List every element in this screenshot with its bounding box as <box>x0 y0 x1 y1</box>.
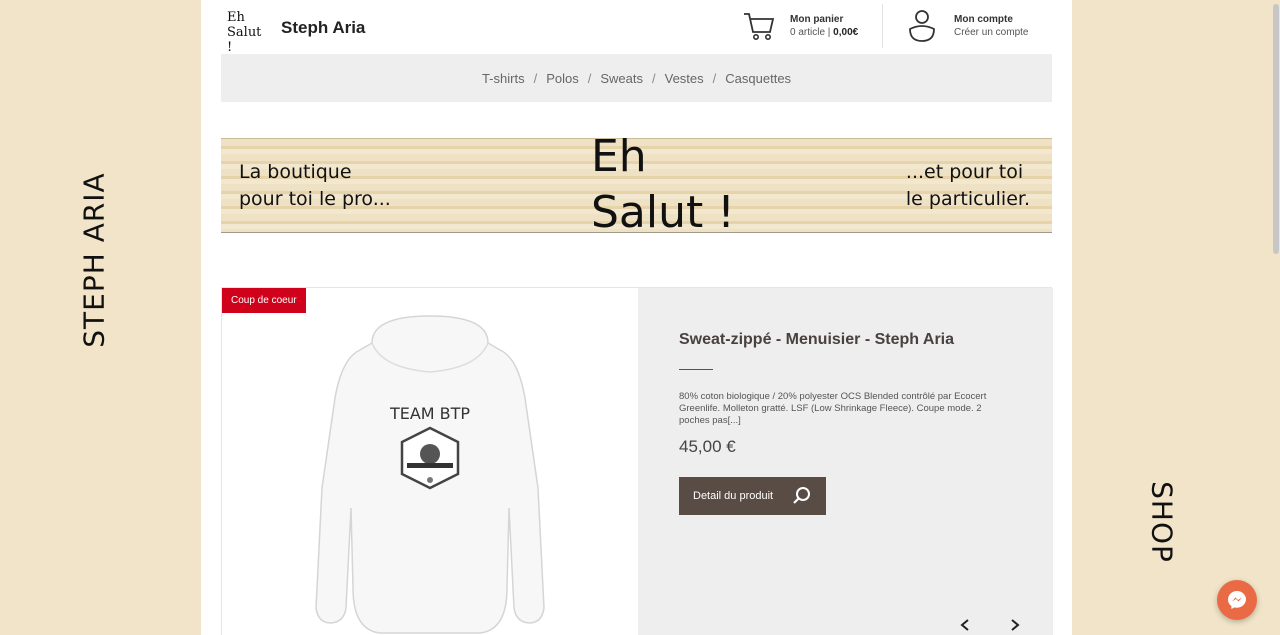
banner-right-line-1: ...et pour toi <box>905 161 1024 183</box>
banner-right-text: ...et pour toi le particulier. <box>906 159 1030 213</box>
product-price: 45,00 € <box>679 437 736 456</box>
user-icon[interactable] <box>907 9 937 43</box>
header: Eh Salut ! Steph Aria Mon panier 0 artic… <box>201 0 1072 55</box>
nav-item-vestes[interactable]: Vestes <box>665 71 704 86</box>
create-account-link[interactable]: Créer un compte <box>954 27 1028 38</box>
banner-left-line-2: pour toi le pro... <box>239 188 391 210</box>
category-nav: T-shirts / Polos / Sweats / Vestes / Cas… <box>221 54 1052 102</box>
title-divider <box>679 369 713 370</box>
cart-icon[interactable] <box>742 10 776 42</box>
header-divider <box>882 4 883 48</box>
chevron-left-icon[interactable] <box>958 618 972 632</box>
scrollbar[interactable] <box>1272 0 1280 635</box>
product-image-hoodie[interactable]: TEAM BTP <box>222 288 638 635</box>
nav-separator: / <box>533 70 538 86</box>
banner-center-line-2: Salut ! <box>591 187 735 238</box>
product-detail-button[interactable]: Detail du produit <box>679 477 826 515</box>
banner-left-text: La boutique pour toi le pro... <box>239 159 391 213</box>
page-container: Eh Salut ! Steph Aria Mon panier 0 artic… <box>201 0 1072 635</box>
chevron-right-icon[interactable] <box>1008 618 1022 632</box>
nav-separator: / <box>652 70 656 86</box>
product-title[interactable]: Sweat-zippé - Menuisier - Steph Aria <box>679 331 954 349</box>
product-description: 80% coton biologique / 20% polyester OCS… <box>679 391 987 426</box>
banner-left-line-1: La boutique <box>239 161 352 183</box>
brand-name[interactable]: Steph Aria <box>281 18 365 38</box>
hoodie-print-text: TEAM BTP <box>389 404 470 423</box>
search-icon <box>793 487 810 504</box>
logo[interactable]: Eh Salut ! <box>227 10 267 55</box>
featured-product-card: Coup de coeur TEAM BTP Sweat-zippé - Men… <box>221 287 1053 635</box>
cart-separator: | <box>825 27 834 38</box>
cart-summary[interactable]: 0 article | 0,00€ <box>790 27 858 38</box>
nav-item-casquettes[interactable]: Casquettes <box>725 71 791 86</box>
messenger-icon <box>1228 591 1246 609</box>
product-info: Sweat-zippé - Menuisier - Steph Aria 80%… <box>638 288 1053 635</box>
hero-banner: La boutique pour toi le pro... Eh Salut … <box>221 131 1052 238</box>
side-label-shop: SHOP <box>1145 481 1179 563</box>
nav-item-sweats[interactable]: Sweats <box>600 71 643 86</box>
banner-center-line-1: Eh <box>591 131 647 182</box>
account-title[interactable]: Mon compte <box>954 14 1013 25</box>
product-image-area: Coup de coeur TEAM BTP <box>222 288 638 635</box>
banner-center-text: Eh Salut ! <box>591 129 735 241</box>
logo-line-1: Eh <box>227 10 245 25</box>
nav-separator: / <box>712 70 717 86</box>
nav-item-tshirts[interactable]: T-shirts <box>482 71 525 86</box>
nav-separator: / <box>587 70 592 86</box>
product-detail-button-label: Detail du produit <box>693 490 774 502</box>
side-label-steph-aria: STEPH ARIA <box>77 172 111 348</box>
scrollbar-thumb[interactable] <box>1273 4 1279 254</box>
cart-title[interactable]: Mon panier <box>790 14 843 25</box>
banner-right-line-2: le particulier. <box>905 188 1030 210</box>
cart-total: 0,00€ <box>833 27 859 38</box>
messenger-chat-button[interactable] <box>1217 580 1257 620</box>
cart-count: 0 article <box>790 27 826 38</box>
nav-item-polos[interactable]: Polos <box>546 71 579 86</box>
logo-line-2: Salut ! <box>227 25 262 55</box>
